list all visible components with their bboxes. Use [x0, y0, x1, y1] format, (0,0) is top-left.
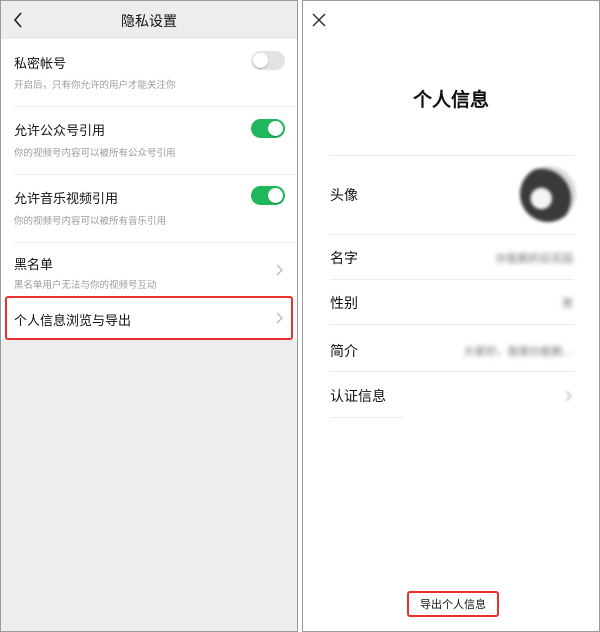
settings-item-subtitle: 你的视频号内容可以被所有音乐引用: [14, 216, 167, 227]
chevron-right-icon: [276, 264, 283, 276]
allow-music-video-quote-toggle[interactable]: [251, 186, 285, 205]
settings-item-label: 允许公众号引用: [14, 124, 106, 139]
close-icon[interactable]: [311, 12, 327, 28]
toggle-knob: [268, 188, 283, 203]
divider: [330, 155, 574, 156]
field-value: 大家好，我是炒能鹅...: [463, 345, 574, 358]
settings-item-label: 黑名单: [14, 258, 54, 273]
settings-item-blacklist[interactable]: 黑名单 黑名单用户无法与你的视频号互动: [1, 243, 297, 297]
page-title: 个人信息: [412, 89, 489, 111]
private-account-toggle[interactable]: [251, 51, 285, 70]
toggle-knob: [268, 121, 283, 136]
settings-item-label: 允许音乐视频引用: [14, 192, 119, 207]
field-value: 炒能鹅的后花园: [496, 252, 573, 265]
divider: [330, 417, 404, 418]
privacy-settings-screen: 隐私设置 私密帐号 开启后，只有你允许的用户才能关注你 允许公众号引用 你的视频…: [0, 0, 298, 632]
settings-item-personal-info-export[interactable]: 个人信息浏览与导出: [1, 297, 297, 339]
field-label: 认证信息: [330, 389, 386, 405]
allow-official-account-quote-toggle[interactable]: [251, 119, 285, 138]
settings-item-allow-official-account-quote: 允许公众号引用 你的视频号内容可以被所有公众号引用: [1, 107, 297, 175]
field-label: 性别: [330, 296, 358, 312]
avatar: [520, 166, 576, 222]
chevron-right-icon: [565, 390, 572, 402]
export-personal-info-button[interactable]: 导出个人信息: [407, 591, 499, 617]
field-label: 名字: [330, 251, 358, 267]
settings-item-allow-music-video-quote: 允许音乐视频引用 你的视频号内容可以被所有音乐引用: [1, 175, 297, 243]
field-label: 简介: [330, 344, 358, 360]
settings-item-label: 私密帐号: [14, 57, 67, 72]
divider: [330, 279, 574, 280]
nav-bar: 隐私设置: [1, 1, 297, 39]
field-label: 头像: [330, 188, 358, 204]
settings-item-subtitle: 黑名单用户无法与你的视频号互动: [14, 280, 157, 291]
field-value: 男: [562, 297, 573, 310]
chevron-right-icon: [276, 312, 283, 324]
toggle-knob: [253, 53, 268, 68]
page-title: 隐私设置: [121, 14, 177, 30]
personal-info-screen: 个人信息 头像 名字 炒能鹅的后花园 性别 男 简介 大家好，我是炒能鹅... …: [302, 0, 600, 632]
settings-item-private-account: 私密帐号 开启后，只有你允许的用户才能关注你: [1, 39, 297, 107]
settings-item-subtitle: 开启后，只有你允许的用户才能关注你: [14, 80, 176, 91]
divider: [330, 234, 574, 235]
divider: [330, 371, 574, 372]
divider: [330, 324, 574, 325]
settings-item-subtitle: 你的视频号内容可以被所有公众号引用: [14, 148, 176, 159]
settings-item-label: 个人信息浏览与导出: [14, 314, 132, 329]
